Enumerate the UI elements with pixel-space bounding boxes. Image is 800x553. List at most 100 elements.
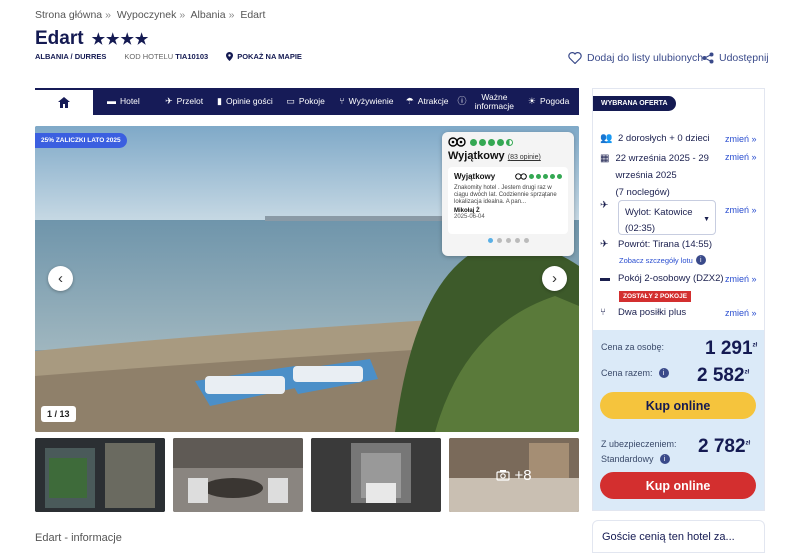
tab-rooms[interactable]: ▭ Pokoje xyxy=(275,88,336,115)
breadcrumb: Strona główna» Wypoczynek» Albania» Edar… xyxy=(35,9,266,21)
selected-offer-badge: WYBRANA OFERTA xyxy=(593,96,676,111)
price-total: 2 582zł xyxy=(697,365,749,387)
next-photo-button[interactable]: › xyxy=(542,266,567,291)
buy-online-insured-button[interactable]: Kup online xyxy=(600,472,756,499)
hotel-code: TIA10103 xyxy=(175,52,209,61)
price-per-person-value: 1 291 xyxy=(705,338,753,359)
hotel-code-label: KOD HOTELU xyxy=(124,52,174,61)
tab-label: Hotel xyxy=(119,96,140,106)
review-carousel-dots[interactable] xyxy=(448,238,568,243)
guests-appreciate-section: Goście cenią ten hotel za... xyxy=(592,520,765,553)
calendar-icon: ▦ xyxy=(600,153,610,164)
flight-details-label: Zobacz szczegóły lotu xyxy=(619,255,693,265)
review-text: Znakomity hotel . Jestem drugi raz w cią… xyxy=(454,185,557,205)
currency: zł xyxy=(745,440,751,447)
thumbnail-image xyxy=(173,438,303,512)
review-card: Wyjątkowy Znakomity hotel . Jestem drugi… xyxy=(448,167,568,234)
change-dates-link[interactable]: zmień » xyxy=(725,152,757,162)
breadcrumb-home[interactable]: Strona główna xyxy=(35,9,102,21)
info-icon: i xyxy=(695,255,706,265)
sun-icon: ☀ xyxy=(527,96,536,106)
change-guests-link[interactable]: zmień » xyxy=(725,134,757,144)
tripadvisor-owl-icon xyxy=(515,173,527,180)
thumbnail-2[interactable] xyxy=(173,438,303,512)
insurance-type: Standardowy xyxy=(601,454,654,464)
tripadvisor-owl-icon xyxy=(448,137,466,147)
tab-label: Atrakcje xyxy=(417,96,449,106)
camera-icon xyxy=(496,470,511,481)
departure-select[interactable]: Wylot: Katowice (02:35) ▼ xyxy=(618,200,716,235)
tripadvisor-widget[interactable]: Wyjątkowy (83 opinie) Wyjątkowy Znakomit… xyxy=(442,132,574,256)
more-photos-count: +8 xyxy=(514,466,532,484)
plane-icon: ✈ xyxy=(165,96,173,106)
price-total-label-wrap: Cena razem: i xyxy=(601,368,669,378)
heart-icon xyxy=(568,52,582,64)
currency: zł xyxy=(744,369,750,376)
buy-online-button[interactable]: Kup online xyxy=(600,392,756,419)
change-board-link[interactable]: zmień » xyxy=(725,308,757,318)
page-title: Edart ★★★★ xyxy=(35,28,149,50)
price-insured: 2 782zł xyxy=(698,436,750,458)
thumbnail-3[interactable] xyxy=(311,438,441,512)
plane-departure-icon: ✈ xyxy=(600,200,609,211)
change-departure-link[interactable]: zmień » xyxy=(725,205,757,215)
change-room-link[interactable]: zmień » xyxy=(725,274,757,284)
review-date: 2025-06-04 xyxy=(454,214,485,220)
map-link[interactable]: POKAŻ NA MAPIE xyxy=(226,52,302,61)
add-to-favorites-button[interactable]: Dodaj do listy ulubionych xyxy=(568,52,703,64)
review-title: Wyjątkowy xyxy=(454,172,496,181)
currency: zł xyxy=(752,342,758,349)
tab-attractions[interactable]: ☂ Atrakcje xyxy=(397,88,458,115)
share-button[interactable]: Udostępnij xyxy=(702,52,769,64)
insurance-label: Z ubezpieczeniem: xyxy=(601,439,677,449)
offer-guests-row: 👥 2 dorosłych + 0 dzieci xyxy=(600,133,710,144)
tab-label: Wyżywienie xyxy=(348,96,394,106)
nights-text: (7 noclegów) xyxy=(615,187,670,198)
people-icon: 👥 xyxy=(600,133,613,144)
thumbnail-1[interactable] xyxy=(35,438,165,512)
offer-room-row: ▬ Pokój 2-osobowy (DZX2) xyxy=(600,273,724,284)
chat-icon: ▮ xyxy=(217,96,222,106)
reviews-link[interactable]: 83 opinie xyxy=(510,154,538,161)
chevron-left-icon: ‹ xyxy=(58,270,63,287)
info-icon[interactable]: i xyxy=(658,368,669,378)
room-text: Pokój 2-osobowy (DZX2) xyxy=(618,273,724,284)
breadcrumb-albania[interactable]: Albania xyxy=(191,9,226,21)
offer-dates-row: ▦ 22 września 2025 - 29 września 2025 (7 … xyxy=(600,150,720,201)
info-icon[interactable]: i xyxy=(659,454,670,464)
tab-label: Pokoje xyxy=(298,96,325,106)
rating-bubbles xyxy=(470,138,513,146)
prev-photo-button[interactable]: ‹ xyxy=(48,266,73,291)
hotel-stars: ★★★★ xyxy=(91,31,150,48)
flight-details-link[interactable]: Zobacz szczegóły lotu i xyxy=(619,255,706,265)
dates-text: 22 września 2025 - 29 września 2025 xyxy=(615,153,709,181)
return-text: Powrót: Tirana (14:55) xyxy=(618,239,712,250)
price-total-label: Cena razem: xyxy=(601,368,653,378)
tab-board[interactable]: ⑂ Wyżywienie xyxy=(336,88,397,115)
umbrella-icon: ☂ xyxy=(405,96,414,106)
map-link-label: POKAŻ NA MAPIE xyxy=(237,52,302,61)
tab-flight[interactable]: ✈ Przelot xyxy=(154,88,215,115)
hotel-name: Edart xyxy=(35,28,84,49)
bed-icon: ▬ xyxy=(600,273,610,284)
rating-label: Wyjątkowy xyxy=(448,150,505,162)
thumbnail-more[interactable]: +8 xyxy=(449,438,579,512)
car-icon: ▭ xyxy=(286,96,295,106)
tab-info[interactable]: ⓘ Ważne informacje xyxy=(458,88,519,115)
thumbnail-image xyxy=(311,438,441,512)
chevron-right-icon: › xyxy=(552,270,557,287)
tab-home[interactable] xyxy=(35,88,93,115)
tab-hotel[interactable]: ▬ Hotel xyxy=(93,88,154,115)
info-icon: ⓘ xyxy=(457,96,467,106)
share-icon xyxy=(702,52,714,64)
favorites-label: Dodaj do listy ulubionych xyxy=(587,52,704,64)
tab-weather[interactable]: ☀ Pogoda xyxy=(518,88,579,115)
breadcrumb-hotel[interactable]: Edart xyxy=(240,9,265,21)
hotel-location: ALBANIA / DURRES xyxy=(35,52,107,61)
tab-reviews[interactable]: ▮ Opinie gości xyxy=(215,88,276,115)
more-photos: +8 xyxy=(496,466,532,484)
plane-arrival-icon: ✈ xyxy=(600,239,609,250)
review-bubbles xyxy=(529,174,562,179)
chevron-down-icon: ▼ xyxy=(703,216,710,223)
breadcrumb-holidays[interactable]: Wypoczynek xyxy=(117,9,176,21)
